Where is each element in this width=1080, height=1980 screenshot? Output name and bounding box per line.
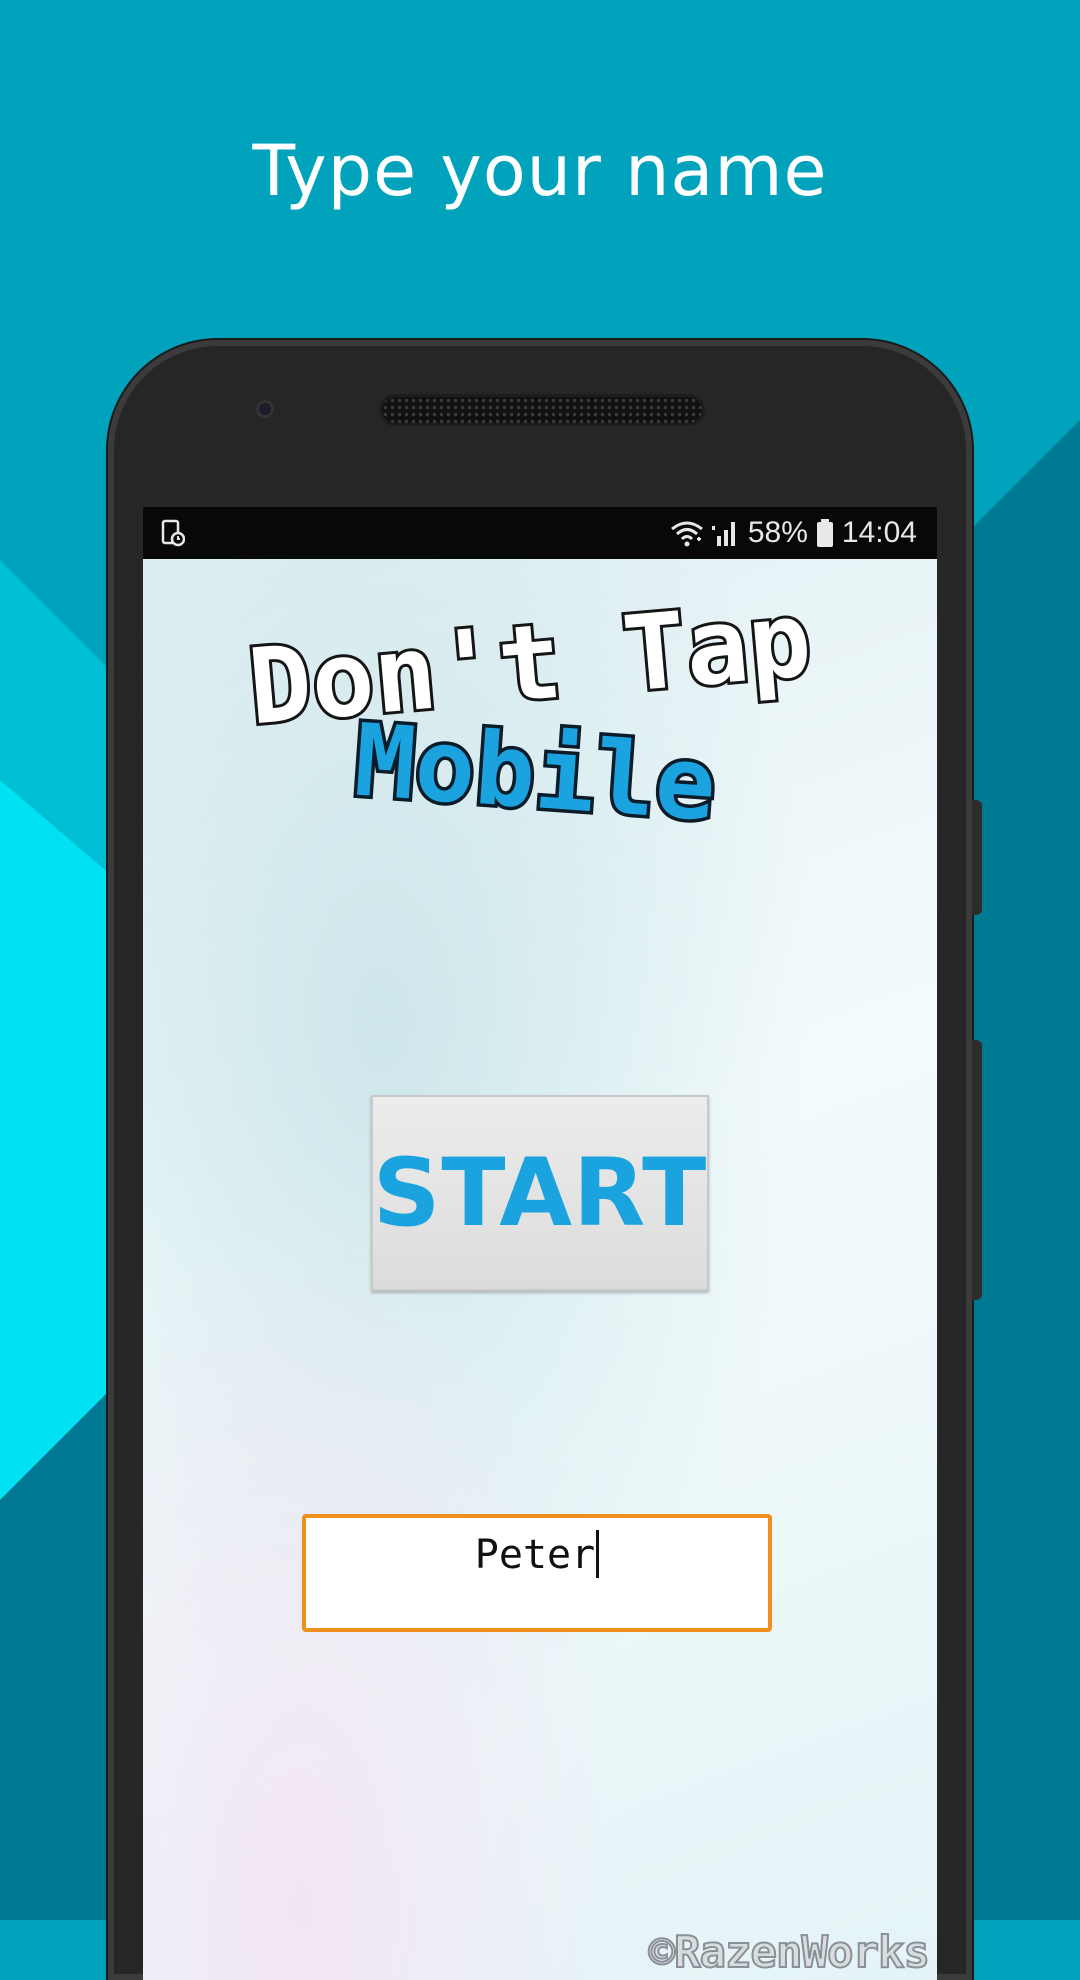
logo-line2: Mobile	[351, 702, 720, 827]
battery-icon	[816, 519, 833, 547]
status-bar: 58% 14:04	[143, 507, 937, 559]
signal-icon	[711, 522, 735, 546]
copyright-text: ©RazenWorks	[648, 1926, 931, 1979]
promo-headline: Type your name	[252, 130, 828, 212]
volume-button	[972, 800, 982, 915]
name-input-value: Peter	[474, 1532, 596, 1578]
power-button	[972, 1040, 982, 1300]
battery-percent: 58%	[747, 516, 808, 549]
clock: 14:04	[841, 516, 917, 549]
earpiece-speaker	[382, 397, 702, 423]
text-cursor	[596, 1530, 600, 1578]
wifi-icon	[670, 521, 703, 547]
phone-screen: 58% 14:04 Don't Tap Mobile START Peter ©…	[143, 507, 937, 1980]
start-button[interactable]: START	[371, 1095, 709, 1291]
phone-frame: 58% 14:04 Don't Tap Mobile START Peter ©…	[108, 340, 982, 1980]
notification-icon	[161, 519, 185, 547]
app-logo: Don't Tap Mobile	[241, 607, 819, 827]
name-input[interactable]: Peter	[302, 1514, 772, 1632]
front-camera	[256, 400, 274, 418]
